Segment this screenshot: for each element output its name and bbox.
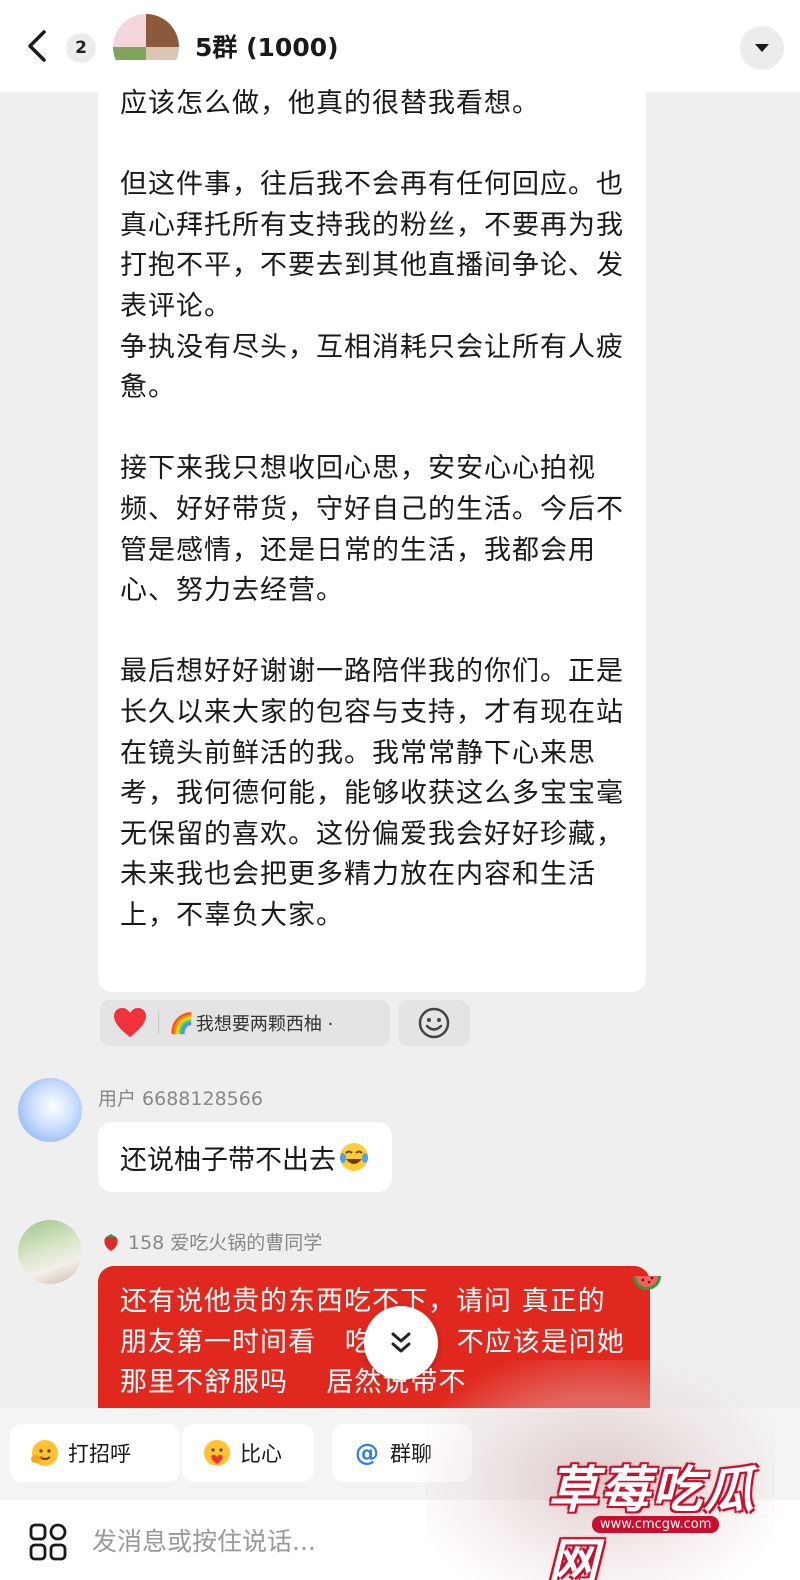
sender-name[interactable]: 用户 6688128566 bbox=[98, 1084, 263, 1111]
sender-name: 158 爱吃火锅的曹同学 bbox=[128, 1232, 323, 1254]
sender-row[interactable]: 158 爱吃火锅的曹同学 bbox=[100, 1228, 322, 1255]
reaction-divider bbox=[158, 1012, 159, 1034]
group-title[interactable]: 5群 (1000) bbox=[195, 28, 339, 64]
at-icon: @ bbox=[355, 1439, 379, 1467]
user-avatar[interactable] bbox=[18, 1220, 82, 1284]
watermark-logo: 草莓吃瓜网 bbox=[548, 1461, 756, 1580]
chevron-down-icon bbox=[755, 44, 769, 52]
message-bubble[interactable]: 还说柚子带不出去 bbox=[98, 1122, 392, 1192]
quick-chip-greet[interactable]: 打招呼 bbox=[10, 1424, 180, 1482]
message-input[interactable]: 发消息或按住说话... bbox=[92, 1522, 316, 1558]
apps-grid-icon[interactable] bbox=[28, 1522, 68, 1562]
long-message-text: 应该怎么做，他真的很替我看想。 但这件事，往后我不会再有任何回应。也真心拜托所有… bbox=[120, 88, 624, 931]
chip-label: 打招呼 bbox=[68, 1442, 131, 1466]
heart-hands-emoji-icon bbox=[204, 1440, 230, 1466]
strawberry-badge-icon bbox=[104, 1233, 118, 1251]
svg-text:@: @ bbox=[355, 1439, 379, 1467]
wave-emoji-icon bbox=[31, 1440, 58, 1466]
watermark-url: www.cmcgw.com bbox=[592, 1516, 720, 1533]
chip-label: 比心 bbox=[240, 1442, 282, 1466]
back-arrow-icon[interactable] bbox=[20, 28, 56, 64]
laughing-crying-emoji-icon bbox=[340, 1143, 368, 1171]
add-reaction-button[interactable] bbox=[398, 1000, 470, 1046]
message-text: 还说柚子带不出去 bbox=[120, 1144, 336, 1176]
reaction-bar[interactable]: 🌈 我想要两颗西柚 · bbox=[100, 1000, 390, 1046]
smiley-icon bbox=[418, 1007, 450, 1039]
double-chevron-down-icon bbox=[391, 1332, 411, 1353]
watermelon-icon bbox=[633, 1276, 661, 1290]
menu-button[interactable] bbox=[740, 26, 784, 70]
user-avatar[interactable] bbox=[18, 1078, 82, 1142]
heart-icon[interactable] bbox=[112, 1006, 148, 1040]
quick-chip-heart[interactable]: 比心 bbox=[182, 1424, 314, 1482]
long-message-card[interactable]: 应该怎么做，他真的很替我看想。 但这件事，往后我不会再有任何回应。也真心拜托所有… bbox=[98, 60, 646, 992]
unread-count-badge[interactable]: 2 bbox=[66, 33, 96, 63]
reaction-text: 我想要两颗西柚 · bbox=[195, 1014, 334, 1035]
rainbow-icon: 🌈 bbox=[169, 1011, 194, 1035]
